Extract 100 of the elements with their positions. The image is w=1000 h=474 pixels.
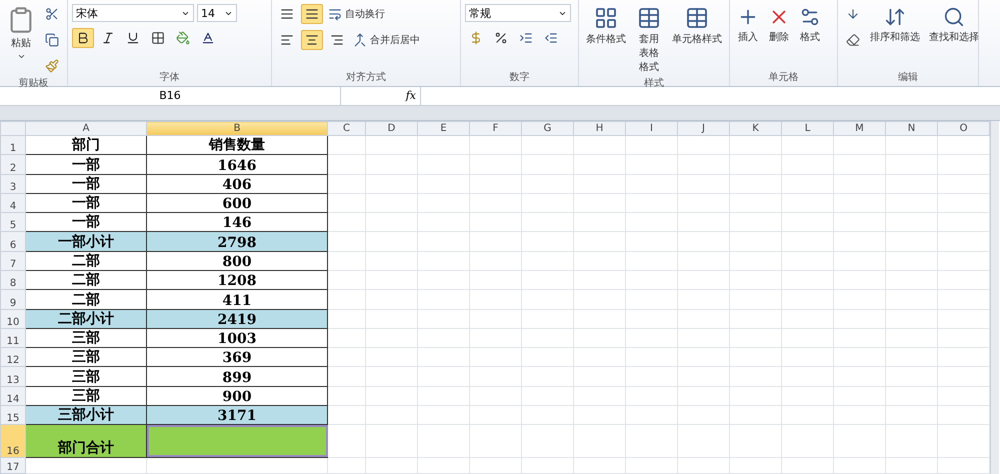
table-cell: 二部 — [26, 251, 146, 270]
number-format-field[interactable]: 常规 — [465, 4, 571, 22]
font-size-field[interactable]: 14 — [197, 4, 237, 22]
column-header[interactable]: B — [146, 122, 328, 136]
row-header[interactable]: 6 — [0, 232, 26, 252]
wrap-text-button[interactable]: 自动换行 — [326, 7, 387, 21]
table-cell: 800 — [146, 251, 328, 270]
column-header[interactable]: I — [626, 122, 678, 136]
currency-icon — [469, 31, 483, 45]
table-cell: 899 — [146, 366, 328, 386]
column-header[interactable]: E — [418, 122, 470, 136]
group-label: 单元格 — [768, 70, 800, 85]
table-cell: 销售数量 — [146, 136, 328, 155]
indent-icon — [519, 31, 533, 45]
table-cell: 1646 — [146, 154, 328, 174]
row-header[interactable]: 15 — [0, 405, 26, 425]
row-header[interactable]: 8 — [0, 270, 26, 290]
merge-center-button[interactable]: 合并后居中 — [351, 33, 422, 47]
align-right-icon — [330, 33, 344, 47]
table-cell: 146 — [146, 212, 328, 232]
percent-icon — [494, 31, 508, 45]
font-color-icon — [201, 31, 215, 45]
cells-button[interactable]: 插入 — [734, 4, 762, 70]
merge-icon — [353, 33, 367, 47]
column-header[interactable]: C — [328, 122, 366, 136]
table-cell: 一部 — [26, 174, 146, 194]
table-icon — [637, 6, 661, 30]
row-header[interactable]: 13 — [0, 366, 26, 386]
table-cell: 600 — [146, 193, 328, 213]
row-header[interactable]: 3 — [0, 174, 26, 194]
copy-icon — [45, 33, 59, 47]
table-cell: 三部 — [26, 328, 146, 348]
align-icon — [280, 7, 294, 21]
row-header[interactable]: 5 — [0, 212, 26, 232]
column-header[interactable]: G — [522, 122, 574, 136]
row-header[interactable]: 2 — [0, 154, 26, 174]
grid-icon — [151, 31, 165, 45]
style-button[interactable]: 条件格式 — [583, 4, 629, 76]
column-header[interactable]: H — [574, 122, 626, 136]
column-header[interactable]: J — [678, 122, 730, 136]
row-header[interactable]: 14 — [0, 386, 26, 406]
table-cell: 3171 — [146, 405, 328, 425]
table-cell: 一部 — [26, 154, 146, 174]
table-cell: 部门 — [26, 136, 146, 155]
column-header[interactable]: M — [834, 122, 886, 136]
row-header[interactable]: 1 — [0, 136, 26, 155]
editing-button[interactable]: 排序和筛选 — [867, 4, 923, 70]
style-button[interactable]: 单元格样式 — [669, 4, 725, 76]
font-name-field[interactable]: 宋体 — [72, 4, 194, 22]
table-cell: 1208 — [146, 270, 328, 290]
paint-bucket-icon — [176, 31, 190, 45]
row-header[interactable]: 12 — [0, 348, 26, 367]
cells-button[interactable]: 格式 — [796, 4, 824, 70]
bold-button[interactable] — [72, 28, 94, 48]
align-left-icon — [280, 33, 294, 47]
table-cell: 三部 — [26, 348, 146, 367]
caret-icon — [16, 52, 26, 61]
style-button[interactable]: 套用表格格式 — [632, 4, 666, 76]
table-cell: 一部小计 — [26, 232, 146, 252]
row-header[interactable]: 9 — [0, 290, 26, 310]
column-header[interactable]: D — [366, 122, 418, 136]
table-cell: 二部小计 — [26, 309, 146, 328]
scrollbar[interactable] — [990, 121, 999, 474]
table-cell: 一部 — [26, 193, 146, 213]
table-cell: 三部 — [26, 386, 146, 406]
bold-icon — [76, 31, 90, 45]
cells-button[interactable]: 删除 — [765, 4, 793, 70]
column-header[interactable]: O — [938, 122, 990, 136]
table-cell: 369 — [146, 348, 328, 367]
row-header[interactable]: 7 — [0, 251, 26, 270]
table-icon — [594, 6, 618, 30]
align-icon — [305, 7, 319, 21]
column-header[interactable]: F — [470, 122, 522, 136]
middle-align-button[interactable] — [301, 4, 323, 24]
table-cell: 二部 — [26, 270, 146, 290]
group-label: 字体 — [158, 70, 180, 85]
column-header[interactable]: L — [782, 122, 834, 136]
group-label: 编辑 — [897, 70, 919, 85]
row-header[interactable]: 4 — [0, 193, 26, 213]
sort-icon — [884, 6, 906, 28]
column-header[interactable]: A — [26, 122, 146, 136]
settings-icon — [799, 6, 821, 28]
align-center-button[interactable] — [301, 30, 323, 50]
group-label: 对齐方式 — [345, 70, 387, 85]
editing-button[interactable]: 查找和选择 — [926, 4, 982, 70]
paste-button[interactable]: 粘贴 — [4, 4, 38, 76]
column-header[interactable]: N — [886, 122, 938, 136]
row-header[interactable]: 17 — [0, 457, 26, 474]
row-header[interactable]: 11 — [0, 328, 26, 348]
name-box[interactable]: B16 — [0, 87, 341, 105]
search-icon — [943, 6, 965, 28]
paintbrush-icon — [45, 59, 59, 73]
table-cell: 2419 — [146, 309, 328, 328]
wrap-text-icon — [328, 7, 342, 21]
row-header[interactable]: 10 — [0, 309, 26, 328]
row-header[interactable]: 16 — [0, 424, 26, 458]
table-cell: 部门合计 — [26, 424, 146, 458]
table-cell: 三部小计 — [26, 405, 146, 425]
column-header[interactable]: K — [730, 122, 782, 136]
group-label: 数字 — [508, 70, 530, 85]
